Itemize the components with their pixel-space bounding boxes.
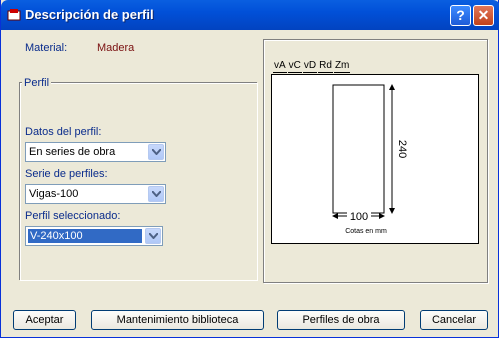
serie-perfiles-select[interactable]: Vigas-100 xyxy=(25,184,166,204)
library-maintenance-button[interactable]: Mantenimiento biblioteca xyxy=(91,310,264,330)
serie-perfiles-value: Vigas-100 xyxy=(29,188,79,200)
datos-perfil-select[interactable]: En series de obra xyxy=(25,142,166,162)
dialog-window: Descripción de perfil ? ✕ Material: Made… xyxy=(0,0,499,338)
view-tabs: vA vC vD Rd Zm xyxy=(273,60,351,73)
chevron-down-icon[interactable] xyxy=(148,186,164,202)
width-dimension-label: 100 xyxy=(350,211,368,223)
accept-button-label: Aceptar xyxy=(25,314,64,326)
title-bar[interactable]: Descripción de perfil ? ✕ xyxy=(1,0,499,30)
profile-drawing: 240 100 Cotas en mm xyxy=(271,74,479,244)
help-icon: ? xyxy=(456,7,465,23)
perfil-seleccionado-select[interactable]: V-240x100 xyxy=(25,226,163,246)
cancel-button[interactable]: Cancelar xyxy=(420,310,488,330)
tab-rd[interactable]: Rd xyxy=(318,60,333,73)
arrow-down-icon xyxy=(389,208,395,214)
tab-vc[interactable]: vC xyxy=(287,60,302,73)
section-rectangle xyxy=(332,84,385,214)
chevron-down-icon[interactable] xyxy=(145,228,161,244)
height-dimension-label: 240 xyxy=(396,140,408,158)
profile-section-svg: 240 100 Cotas en mm xyxy=(332,84,408,235)
tab-vd[interactable]: vD xyxy=(302,60,318,73)
close-icon: ✕ xyxy=(477,7,490,23)
arrow-left-icon xyxy=(332,213,338,219)
datos-perfil-label: Datos del perfil: xyxy=(25,126,102,138)
obra-profiles-label: Perfiles de obra xyxy=(302,314,380,326)
accept-button[interactable]: Aceptar xyxy=(13,310,76,330)
perfil-group xyxy=(19,82,257,280)
close-button[interactable]: ✕ xyxy=(473,5,494,26)
cancel-button-label: Cancelar xyxy=(431,314,477,326)
chevron-down-icon[interactable] xyxy=(148,144,164,160)
datos-perfil-value: En series de obra xyxy=(29,146,116,158)
tab-va[interactable]: vA xyxy=(273,60,287,73)
obra-profiles-button[interactable]: Perfiles de obra xyxy=(277,310,405,330)
perfil-seleccionado-label: Perfil seleccionado: xyxy=(25,210,121,222)
tab-zm[interactable]: Zm xyxy=(333,60,351,73)
window-title: Descripción de perfil xyxy=(25,7,154,22)
serie-perfiles-label: Serie de perfiles: xyxy=(25,168,108,180)
arrow-right-icon xyxy=(379,213,385,219)
perfil-seleccionado-value: V-240x100 xyxy=(28,229,142,243)
units-caption: Cotas en mm xyxy=(345,228,387,235)
perfil-group-title: Perfil xyxy=(22,77,52,89)
help-button[interactable]: ? xyxy=(450,5,471,26)
material-value: Madera xyxy=(97,42,135,54)
library-maintenance-label: Mantenimiento biblioteca xyxy=(116,314,239,326)
app-icon xyxy=(7,9,21,21)
arrow-up-icon xyxy=(389,84,395,90)
material-label: Material: xyxy=(25,42,68,54)
